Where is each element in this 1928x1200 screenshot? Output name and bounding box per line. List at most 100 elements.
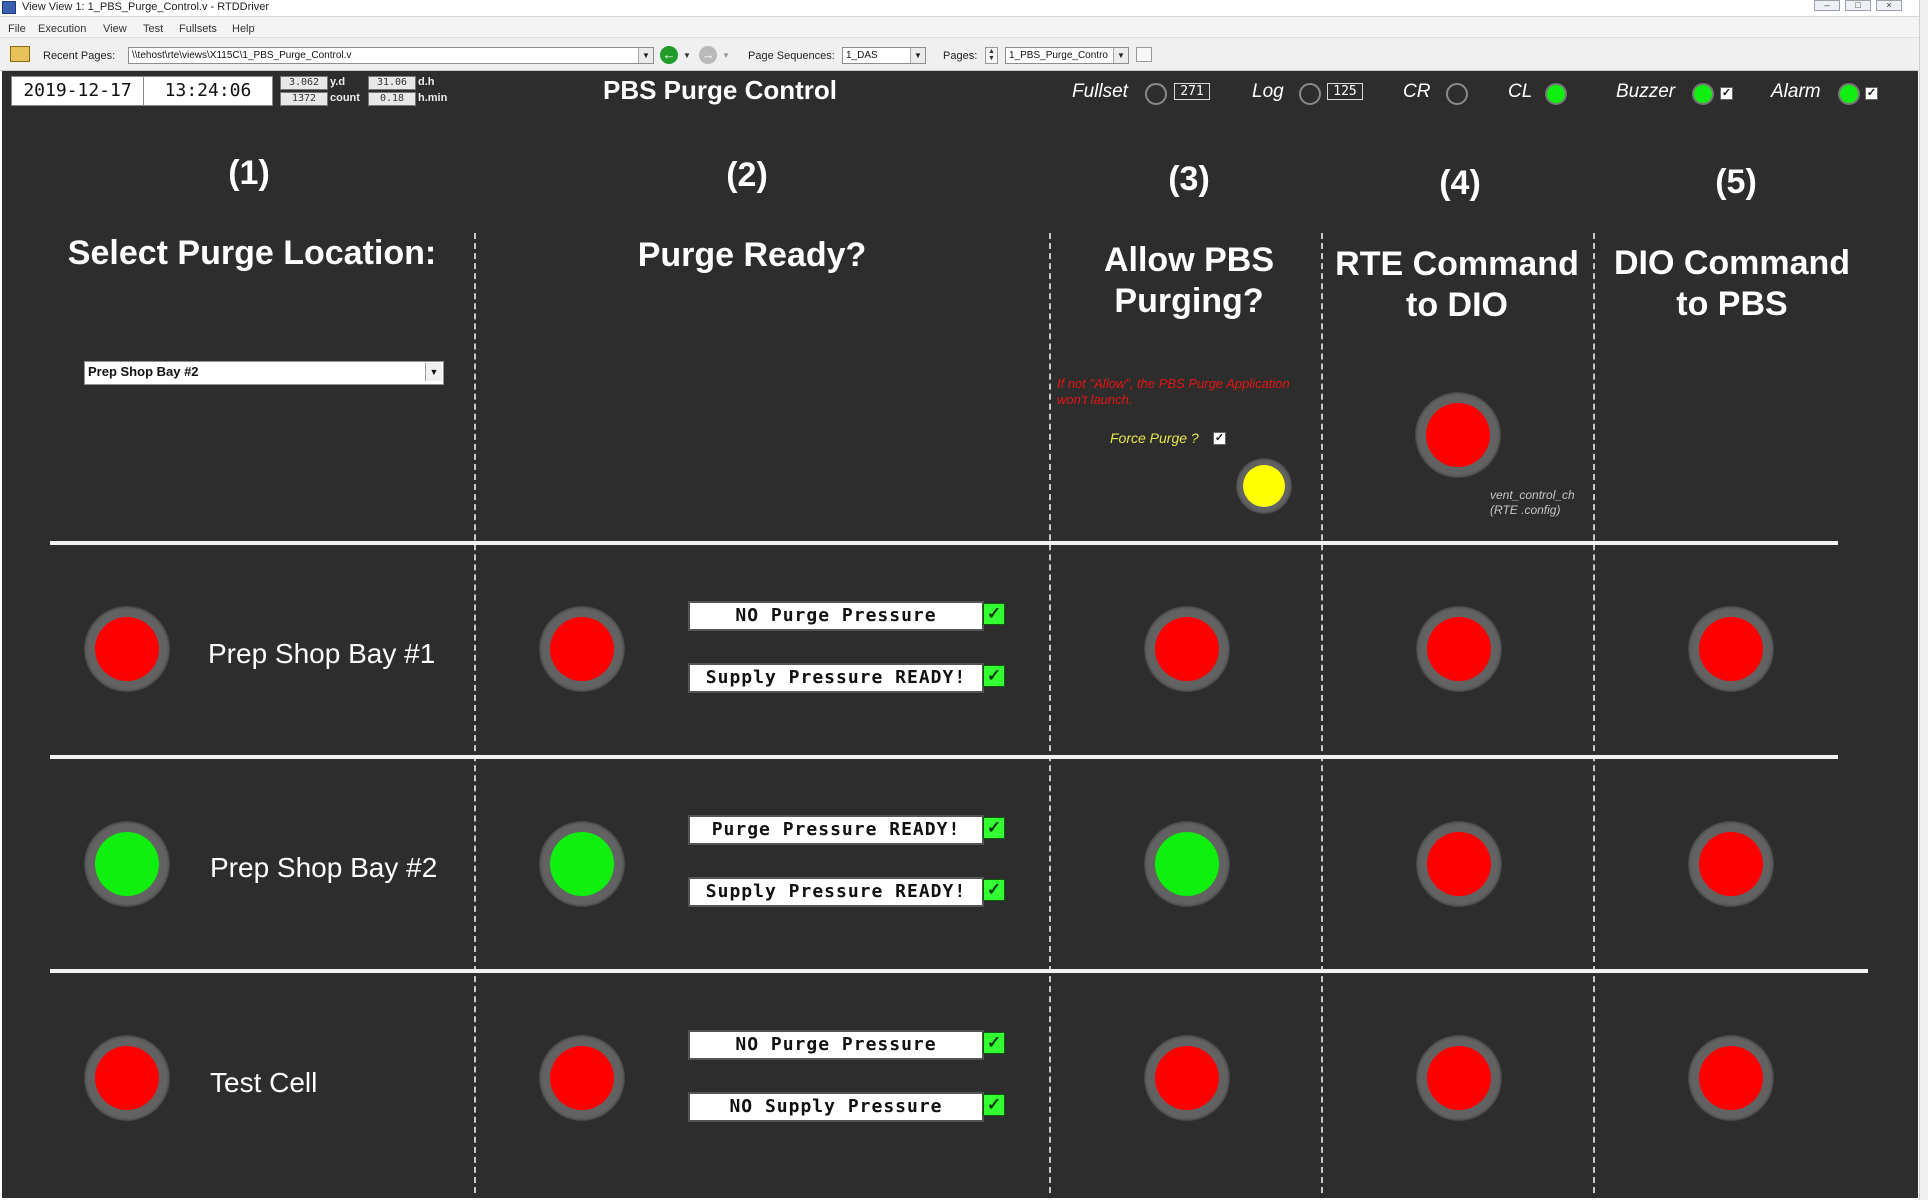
column-divider	[1321, 233, 1323, 1193]
row-2-dio-to-pbs-lamp	[1688, 821, 1774, 907]
row-divider	[50, 755, 1838, 759]
row-2-rte-to-dio-lamp-core	[1427, 832, 1491, 896]
buzzer-checkbox[interactable]: ✓	[1720, 87, 1733, 100]
time-display: 13:24:06	[143, 76, 273, 106]
row-3-location-lamp-core	[95, 1046, 159, 1110]
recent-pages-select[interactable]: \\tehost\rte\views\X115C\1_PBS_Purge_Con…	[128, 47, 654, 64]
row-3-rte-to-dio-lamp-core	[1427, 1046, 1491, 1110]
pages-value: 1_PBS_Purge_Contro	[1009, 50, 1108, 61]
alarm-indicator	[1838, 83, 1860, 105]
row-3-allow-lamp-core	[1155, 1046, 1219, 1110]
row-1-allow-lamp-core	[1155, 617, 1219, 681]
column-3-heading: Allow PBS Purging?	[1103, 241, 1275, 320]
page-sequences-label: Page Sequences:	[748, 50, 835, 62]
buzzer-label: Buzzer	[1616, 81, 1676, 102]
purge-location-select[interactable]: Prep Shop Bay #2 ▼	[84, 361, 444, 385]
toolbar: Recent Pages: \\tehost\rte\views\X115C\1…	[0, 38, 1928, 71]
cl-indicator	[1545, 83, 1567, 105]
chevron-down-icon[interactable]: ▼	[1113, 48, 1128, 63]
row-2-purge-ready-lamp	[539, 821, 625, 907]
recent-pages-value: \\tehost\rte\views\X115C\1_PBS_Purge_Con…	[132, 50, 352, 61]
row-1-purge-check-icon[interactable]: ✓	[983, 603, 1005, 625]
column-1-heading: Select Purge Location:	[67, 234, 437, 272]
buzzer-indicator	[1692, 83, 1714, 105]
page-properties-icon[interactable]	[1136, 47, 1152, 62]
row-3-purge-check-icon[interactable]: ✓	[983, 1032, 1005, 1054]
row-1-rte-to-dio-lamp	[1416, 606, 1502, 692]
column-3-number: (3)	[1168, 160, 1210, 198]
alarm-checkbox[interactable]: ✓	[1865, 87, 1878, 100]
row-2-purge-ready-lamp-core	[550, 832, 614, 896]
fullset-label: Fullset	[1072, 81, 1128, 102]
log-indicator	[1299, 83, 1321, 105]
row-3-purge-status: NO Purge Pressure	[688, 1030, 984, 1060]
yd-value: 3.062	[280, 76, 328, 90]
vent-channel-config: (RTE .config)	[1490, 503, 1561, 517]
menu-test[interactable]: Test	[143, 23, 163, 35]
column-4-number: (4)	[1439, 164, 1481, 202]
column-5-number: (5)	[1715, 163, 1757, 201]
row-2-supply-check-icon[interactable]: ✓	[983, 879, 1005, 901]
open-folder-icon[interactable]	[10, 46, 30, 62]
recent-pages-label: Recent Pages:	[43, 50, 116, 62]
row-1-supply-check-icon[interactable]: ✓	[983, 665, 1005, 687]
row-2-purge-check-icon[interactable]: ✓	[983, 817, 1005, 839]
pages-select[interactable]: 1_PBS_Purge_Contro ▼	[1005, 47, 1129, 64]
row-divider	[50, 969, 1868, 973]
row-3-dio-to-pbs-lamp-core	[1699, 1046, 1763, 1110]
row-1-location-lamp	[84, 606, 170, 692]
row-2-supply-status: Supply Pressure READY!	[688, 877, 984, 907]
row-1-label: Prep Shop Bay #1	[208, 638, 436, 669]
menu-fullsets[interactable]: Fullsets	[179, 23, 217, 35]
row-3-purge-ready-lamp	[539, 1035, 625, 1121]
row-1-location-lamp-core	[95, 617, 159, 681]
menu-help[interactable]: Help	[232, 23, 255, 35]
row-2-allow-lamp-core	[1155, 832, 1219, 896]
row-1-purge-status: NO Purge Pressure	[688, 601, 984, 631]
chevron-down-icon[interactable]: ▼	[910, 48, 925, 63]
menu-view[interactable]: View	[103, 23, 127, 35]
purge-location-value: Prep Shop Bay #2	[88, 364, 199, 379]
app-icon	[2, 1, 16, 14]
row-1-allow-lamp	[1144, 606, 1230, 692]
pages-spinner[interactable]: ▲ ▼	[985, 47, 998, 64]
maximize-button[interactable]: □	[1845, 0, 1871, 11]
main-panel: 2019-12-17 13:24:06 3.062 y.d 1372 count…	[2, 71, 1918, 1198]
pages-label: Pages:	[943, 50, 978, 62]
log-count: 125	[1327, 83, 1363, 100]
row-2-allow-lamp	[1144, 821, 1230, 907]
vent-channel-name: vent_control_ch	[1490, 488, 1575, 502]
row-2-dio-to-pbs-lamp-core	[1699, 832, 1763, 896]
force-purge-lamp-core	[1243, 465, 1285, 507]
row-2-purge-status: Purge Pressure READY!	[688, 815, 984, 845]
page-sequences-select[interactable]: 1_DAS ▼	[842, 47, 926, 64]
cr-label: CR	[1403, 81, 1431, 102]
fullset-count: 271	[1174, 83, 1210, 100]
force-purge-lamp	[1236, 458, 1292, 514]
row-3-location-lamp	[84, 1035, 170, 1121]
row-3-allow-lamp	[1144, 1035, 1230, 1121]
minimize-button[interactable]: –	[1814, 0, 1840, 11]
chevron-down-icon[interactable]: ▼	[638, 48, 653, 63]
alarm-label: Alarm	[1771, 81, 1821, 102]
force-purge-checkbox[interactable]: ✓	[1213, 432, 1226, 445]
cr-indicator	[1446, 83, 1468, 105]
row-3-supply-check-icon[interactable]: ✓	[983, 1094, 1005, 1116]
forward-dropdown-icon[interactable]: ▼	[722, 51, 730, 60]
hmin-value: 0.18	[368, 92, 416, 106]
menu-file[interactable]: File	[8, 23, 26, 35]
column-5-heading: DIO Command to PBS	[1613, 244, 1851, 323]
forward-arrow-icon[interactable]: →	[699, 46, 717, 64]
menu-bar: File Execution View Test Fullsets Help	[0, 17, 1928, 38]
back-arrow-icon[interactable]: ←	[660, 46, 678, 64]
back-dropdown-icon[interactable]: ▼	[683, 51, 691, 60]
column-2-heading: Purge Ready?	[637, 236, 867, 274]
menu-execution[interactable]: Execution	[38, 23, 86, 35]
allow-warning-note: If not "Allow", the PBS Purge Applicatio…	[1057, 376, 1290, 407]
force-purge-label: Force Purge ?	[1110, 430, 1199, 446]
chevron-down-icon[interactable]: ▼	[425, 363, 442, 381]
yd-label: y.d	[330, 76, 346, 88]
close-button[interactable]: ×	[1876, 0, 1902, 11]
log-label: Log	[1252, 81, 1284, 102]
count-value: 1372	[280, 92, 328, 106]
